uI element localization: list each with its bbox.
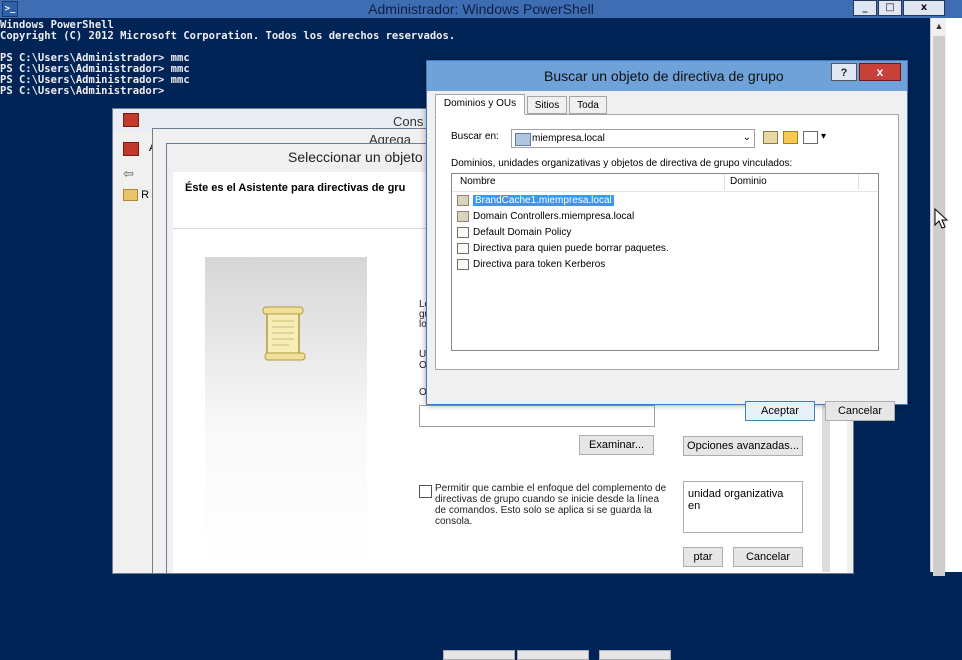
view-dropdown-icon[interactable]: ▾ <box>821 131 826 142</box>
allow-focus-change-label: Permitir que cambie el enfoque del compl… <box>435 483 667 527</box>
ou-icon <box>457 210 469 222</box>
list-item-label: Default Domain Policy <box>473 227 572 238</box>
maximize-button[interactable]: □ <box>878 0 902 16</box>
cancel-button[interactable]: Cancelar <box>825 401 895 421</box>
browse-button[interactable]: Examinar... <box>579 435 654 455</box>
gpo-results-list[interactable]: Nombre Dominio BrandCache1.miempresa.loc… <box>451 173 879 351</box>
look-in-dropdown[interactable]: miempresa.local ⌄ <box>511 129 755 148</box>
search-dialog-title: Buscar un objeto de directiva de grupo <box>544 68 784 84</box>
chevron-down-icon: ⌄ <box>742 132 751 143</box>
column-header-name[interactable]: Nombre <box>460 176 496 187</box>
mmc-icon <box>123 113 139 127</box>
tab-sitios[interactable]: Sitios <box>527 96 567 114</box>
ok-button[interactable]: Aceptar <box>745 401 815 421</box>
column-header-domain[interactable]: Dominio <box>730 176 767 187</box>
minimize-button[interactable]: _ <box>853 0 877 16</box>
help-button[interactable]: ? <box>831 63 857 81</box>
gpo-icon <box>457 242 469 254</box>
powershell-title: Administrador: Windows PowerShell <box>368 1 594 17</box>
look-in-value: miempresa.local <box>532 133 605 144</box>
list-item[interactable]: Directiva para token Kerberos <box>457 257 605 272</box>
search-dialog-client: Dominios y OUs Sitios Toda Buscar en: mi… <box>431 91 903 421</box>
column-separator[interactable] <box>858 174 859 190</box>
folder-icon <box>123 189 138 202</box>
tree-item-label: R <box>141 189 150 201</box>
look-in-label: Buscar en: <box>451 131 499 142</box>
advanced-options-button[interactable]: Opciones avanzadas... <box>683 436 803 456</box>
desktop-edge <box>946 18 962 572</box>
finish-button[interactable] <box>599 650 671 660</box>
mmc-title: Cons <box>393 114 424 129</box>
list-item-label: Directiva para token Kerberos <box>473 259 606 270</box>
allow-focus-change-checkbox[interactable] <box>419 485 432 498</box>
list-item[interactable]: Directiva para quien puede borrar paquet… <box>457 241 669 256</box>
wizard-header-text: Éste es el Asistente para directivas de … <box>185 182 406 194</box>
list-item-label: BrandCache1.miempresa.local <box>473 195 614 206</box>
scroll-up-icon[interactable]: ▲ <box>933 20 945 32</box>
tab-toda[interactable]: Toda <box>569 96 607 114</box>
list-item[interactable]: Domain Controllers.miempresa.local <box>457 209 634 224</box>
scrollbar-thumb[interactable] <box>933 36 945 576</box>
up-one-level-icon[interactable] <box>763 131 778 144</box>
back-arrow-icon[interactable]: ⇦ <box>123 166 134 182</box>
list-item-label: Directiva para quien puede borrar paquet… <box>473 243 669 254</box>
powershell-titlebar[interactable]: >_ Administrador: Windows PowerShell _ □… <box>0 0 962 18</box>
window-scrollbar[interactable] <box>822 395 830 572</box>
column-separator[interactable] <box>724 174 725 190</box>
tab-dominios-ous[interactable]: Dominios y OUs <box>435 94 525 115</box>
wizard-title: Seleccionar un objeto <box>288 149 423 165</box>
back-button[interactable] <box>443 650 515 660</box>
view-menu-icon[interactable] <box>803 131 818 144</box>
domain-icon <box>515 133 531 146</box>
wizard-side-image <box>205 257 367 569</box>
scroll-icon <box>262 306 306 361</box>
list-item[interactable]: Default Domain Policy <box>457 225 571 240</box>
cancel-button[interactable]: Cancelar <box>733 547 803 567</box>
wizard-nav-buttons <box>443 650 683 660</box>
close-button[interactable]: x <box>903 0 945 16</box>
next-button[interactable] <box>517 650 589 660</box>
list-caption: Dominios, unidades organizativas y objet… <box>451 158 793 169</box>
ok-button-partial[interactable]: ptar <box>683 547 723 567</box>
ou-icon <box>457 194 469 206</box>
console-scrollbar[interactable]: ▲ <box>930 18 947 576</box>
gpo-icon <box>457 226 469 238</box>
close-button[interactable]: x <box>859 63 901 81</box>
list-item[interactable]: BrandCache1.miempresa.local <box>457 193 614 208</box>
list-item-label: Domain Controllers.miempresa.local <box>473 211 635 222</box>
new-gpo-icon[interactable] <box>783 131 798 144</box>
search-dialog-titlebar[interactable]: Buscar un objeto de directiva de grupo ?… <box>427 61 907 91</box>
mouse-cursor-icon <box>934 208 949 229</box>
snapin-icon <box>123 142 139 156</box>
gpo-search-dialog: Buscar un objeto de directiva de grupo ?… <box>426 60 908 421</box>
gpo-object-field[interactable] <box>419 405 655 427</box>
console-output: Windows PowerShell Copyright (C) 2012 Mi… <box>0 19 456 97</box>
list-header: Nombre Dominio <box>452 174 878 192</box>
ou-info-box: unidad organizativa en <box>683 481 803 533</box>
gpo-icon <box>457 258 469 270</box>
